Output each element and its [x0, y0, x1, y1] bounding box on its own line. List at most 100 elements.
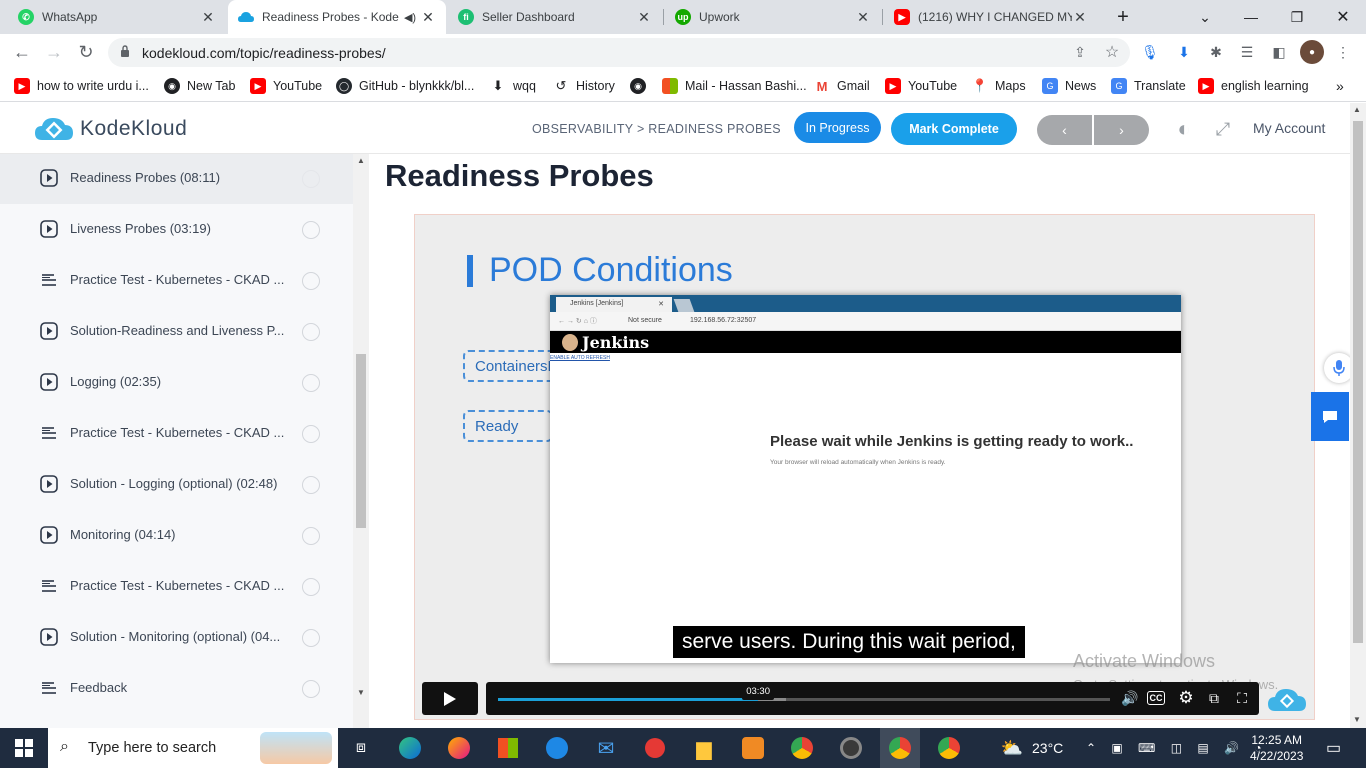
back-icon[interactable]: ← — [8, 38, 36, 66]
sidebar-lesson-item[interactable]: Monitoring (04:14) — [0, 510, 353, 561]
forward-icon[interactable]: → — [40, 38, 68, 66]
previous-lesson-button[interactable]: ‹ — [1037, 115, 1092, 145]
completion-circle-icon[interactable] — [302, 272, 320, 290]
taskbar-search-input[interactable]: ⌕ Type here to search — [48, 728, 338, 768]
sidebar-lesson-item[interactable]: Practice Test - Kubernetes - CKAD ... — [0, 408, 353, 459]
edge-icon[interactable] — [394, 734, 426, 762]
page-scroll-thumb[interactable] — [1353, 121, 1363, 643]
mic-extension-icon[interactable]: 🎙 — [1138, 40, 1162, 64]
sidebar-lesson-item[interactable]: Liveness Probes (03:19) — [0, 204, 353, 255]
skype-icon[interactable] — [541, 734, 573, 762]
scroll-down-icon[interactable]: ▼ — [356, 688, 366, 697]
video-player[interactable]: POD Conditions ContainersR Ready Jenkins… — [414, 214, 1315, 720]
dark-mode-icon[interactable]: ◐ — [1170, 115, 1198, 143]
tab-search-icon[interactable]: ⌄ — [1182, 0, 1228, 34]
bookmark-item[interactable]: ▶ YouTube — [885, 77, 957, 95]
sidebar-lesson-item[interactable]: Solution - Logging (optional) (02:48) — [0, 459, 353, 510]
scroll-up-icon[interactable]: ▲ — [356, 156, 366, 165]
settings-app-icon[interactable] — [737, 734, 769, 762]
sidebar-lesson-item[interactable]: Readiness Probes (08:11) — [0, 154, 353, 204]
close-icon[interactable]: ✕ — [420, 9, 436, 26]
bookmark-item[interactable]: ◉ — [630, 77, 653, 95]
new-tab-button[interactable]: + — [1100, 0, 1146, 34]
bookmark-item[interactable]: ⬇ wqq — [490, 77, 536, 95]
clock[interactable]: 12:25 AM 4/22/2023 — [1250, 728, 1303, 768]
restore-icon[interactable]: ❐ — [1274, 0, 1320, 34]
notification-icon[interactable]: ▭ — [1326, 728, 1341, 768]
sidebar-lesson-item[interactable]: Logging (02:35) — [0, 357, 353, 408]
app-icon[interactable] — [639, 734, 671, 762]
address-bar[interactable]: kodekloud.com/topic/readiness-probes/ — [108, 38, 1130, 67]
bookmark-item[interactable]: ◉ New Tab — [164, 77, 235, 95]
close-icon[interactable]: ✕ — [1072, 9, 1088, 26]
chrome-profile-icon[interactable] — [933, 734, 965, 762]
play-button[interactable] — [422, 682, 478, 715]
speaker-icon[interactable]: ◀) — [400, 11, 420, 24]
in-progress-button[interactable]: In Progress — [794, 112, 881, 143]
expand-icon[interactable]: ⤢ — [1209, 115, 1237, 143]
completion-circle-icon[interactable] — [302, 680, 320, 698]
settings-gear-icon[interactable]: ⚙ — [1175, 688, 1197, 708]
sidebar-lesson-item[interactable]: Practice Test - Kubernetes - CKAD ... — [0, 255, 353, 306]
close-icon[interactable]: ✕ — [855, 9, 871, 26]
system-tray-icons[interactable]: ⌃ ▣ ⌨ ◫ ▤ 🔊 ◔ — [1086, 728, 1268, 768]
sidebar-lesson-item[interactable]: Solution-Readiness and Liveness P... — [0, 306, 353, 357]
minimize-icon[interactable]: — — [1228, 0, 1274, 34]
completion-circle-icon[interactable] — [302, 425, 320, 443]
scroll-up-icon[interactable]: ▲ — [1353, 105, 1361, 114]
completion-circle-icon[interactable] — [302, 476, 320, 494]
firefox-icon[interactable] — [443, 734, 475, 762]
windows-start-icon[interactable] — [8, 734, 40, 762]
completion-circle-icon[interactable] — [302, 374, 320, 392]
bookmark-item[interactable]: ▶ english learning — [1198, 77, 1309, 95]
bookmark-star-icon[interactable]: ☆ — [1100, 40, 1124, 64]
sidebar-scrollbar[interactable]: ▲ ▼ — [353, 154, 369, 728]
volume-icon[interactable]: 🔊 — [1119, 688, 1141, 708]
bookmark-item[interactable]: ↺ History — [553, 77, 615, 95]
sidebar-scroll-thumb[interactable] — [356, 354, 366, 528]
scroll-down-icon[interactable]: ▼ — [1353, 715, 1361, 724]
bookmarks-overflow-icon[interactable]: » — [1336, 77, 1344, 95]
chat-widget-button[interactable] — [1311, 392, 1349, 441]
completion-circle-icon[interactable] — [302, 527, 320, 545]
weather-temperature[interactable]: 23°C — [1032, 728, 1063, 768]
sidebar-lesson-item[interactable]: Feedback — [0, 663, 353, 714]
bookmark-item[interactable]: G News — [1042, 77, 1096, 95]
completion-circle-icon[interactable] — [302, 170, 320, 188]
tab-youtube[interactable]: ▶ (1216) WHY I CHANGED MY ✕ — [884, 0, 1098, 34]
my-account-link[interactable]: My Account — [1253, 120, 1325, 136]
close-icon[interactable]: ✕ — [200, 9, 216, 26]
reload-icon[interactable]: ↻ — [72, 38, 100, 66]
completion-circle-icon[interactable] — [302, 629, 320, 647]
bookmark-item[interactable]: ▶ how to write urdu i... — [14, 77, 149, 95]
chrome-active-icon[interactable] — [880, 728, 920, 768]
fullscreen-icon[interactable]: ⛶ — [1231, 688, 1253, 708]
profile-avatar[interactable]: ● — [1300, 40, 1324, 64]
completion-circle-icon[interactable] — [302, 221, 320, 239]
menu-icon[interactable]: ⋮ — [1331, 40, 1355, 64]
weather-icon[interactable]: ⛅ — [996, 734, 1028, 762]
share-icon[interactable]: ⇪ — [1068, 40, 1092, 64]
picture-in-picture-icon[interactable]: ⧉ — [1203, 688, 1225, 708]
bookmark-item[interactable]: Mail - Hassan Bashi... — [662, 77, 807, 95]
microsoft-store-icon[interactable] — [492, 734, 524, 762]
tab-whatsapp[interactable]: ✆ WhatsApp ✕ — [8, 0, 226, 34]
video-progress-track[interactable]: 03:30 — [498, 684, 1110, 701]
task-view-icon[interactable]: ⧈ — [345, 734, 377, 762]
bookmark-item[interactable]: G Translate — [1111, 77, 1186, 95]
tab-upwork[interactable]: up Upwork ✕ — [665, 0, 881, 34]
download-extension-icon[interactable]: ⬇ — [1172, 40, 1196, 64]
captions-icon[interactable]: CC — [1147, 691, 1165, 705]
tab-readiness-probes[interactable]: Readiness Probes - Kode ◀) ✕ — [228, 0, 446, 34]
bookmark-item[interactable]: M Gmail — [814, 77, 870, 95]
mail-icon[interactable]: ✉ — [590, 734, 622, 762]
reading-list-icon[interactable]: ☰ — [1235, 40, 1259, 64]
sidebar-lesson-item[interactable]: Solution - Monitoring (optional) (04... — [0, 612, 353, 663]
extensions-icon[interactable]: ✱ — [1204, 40, 1228, 64]
camera-app-icon[interactable] — [835, 734, 867, 762]
side-panel-icon[interactable]: ◧ — [1267, 40, 1291, 64]
completion-circle-icon[interactable] — [302, 323, 320, 341]
sidebar-lesson-item[interactable]: Practice Test - Kubernetes - CKAD ... — [0, 561, 353, 612]
page-scrollbar[interactable]: ▲ ▼ — [1350, 103, 1366, 728]
bookmark-item[interactable]: ▶ YouTube — [250, 77, 322, 95]
